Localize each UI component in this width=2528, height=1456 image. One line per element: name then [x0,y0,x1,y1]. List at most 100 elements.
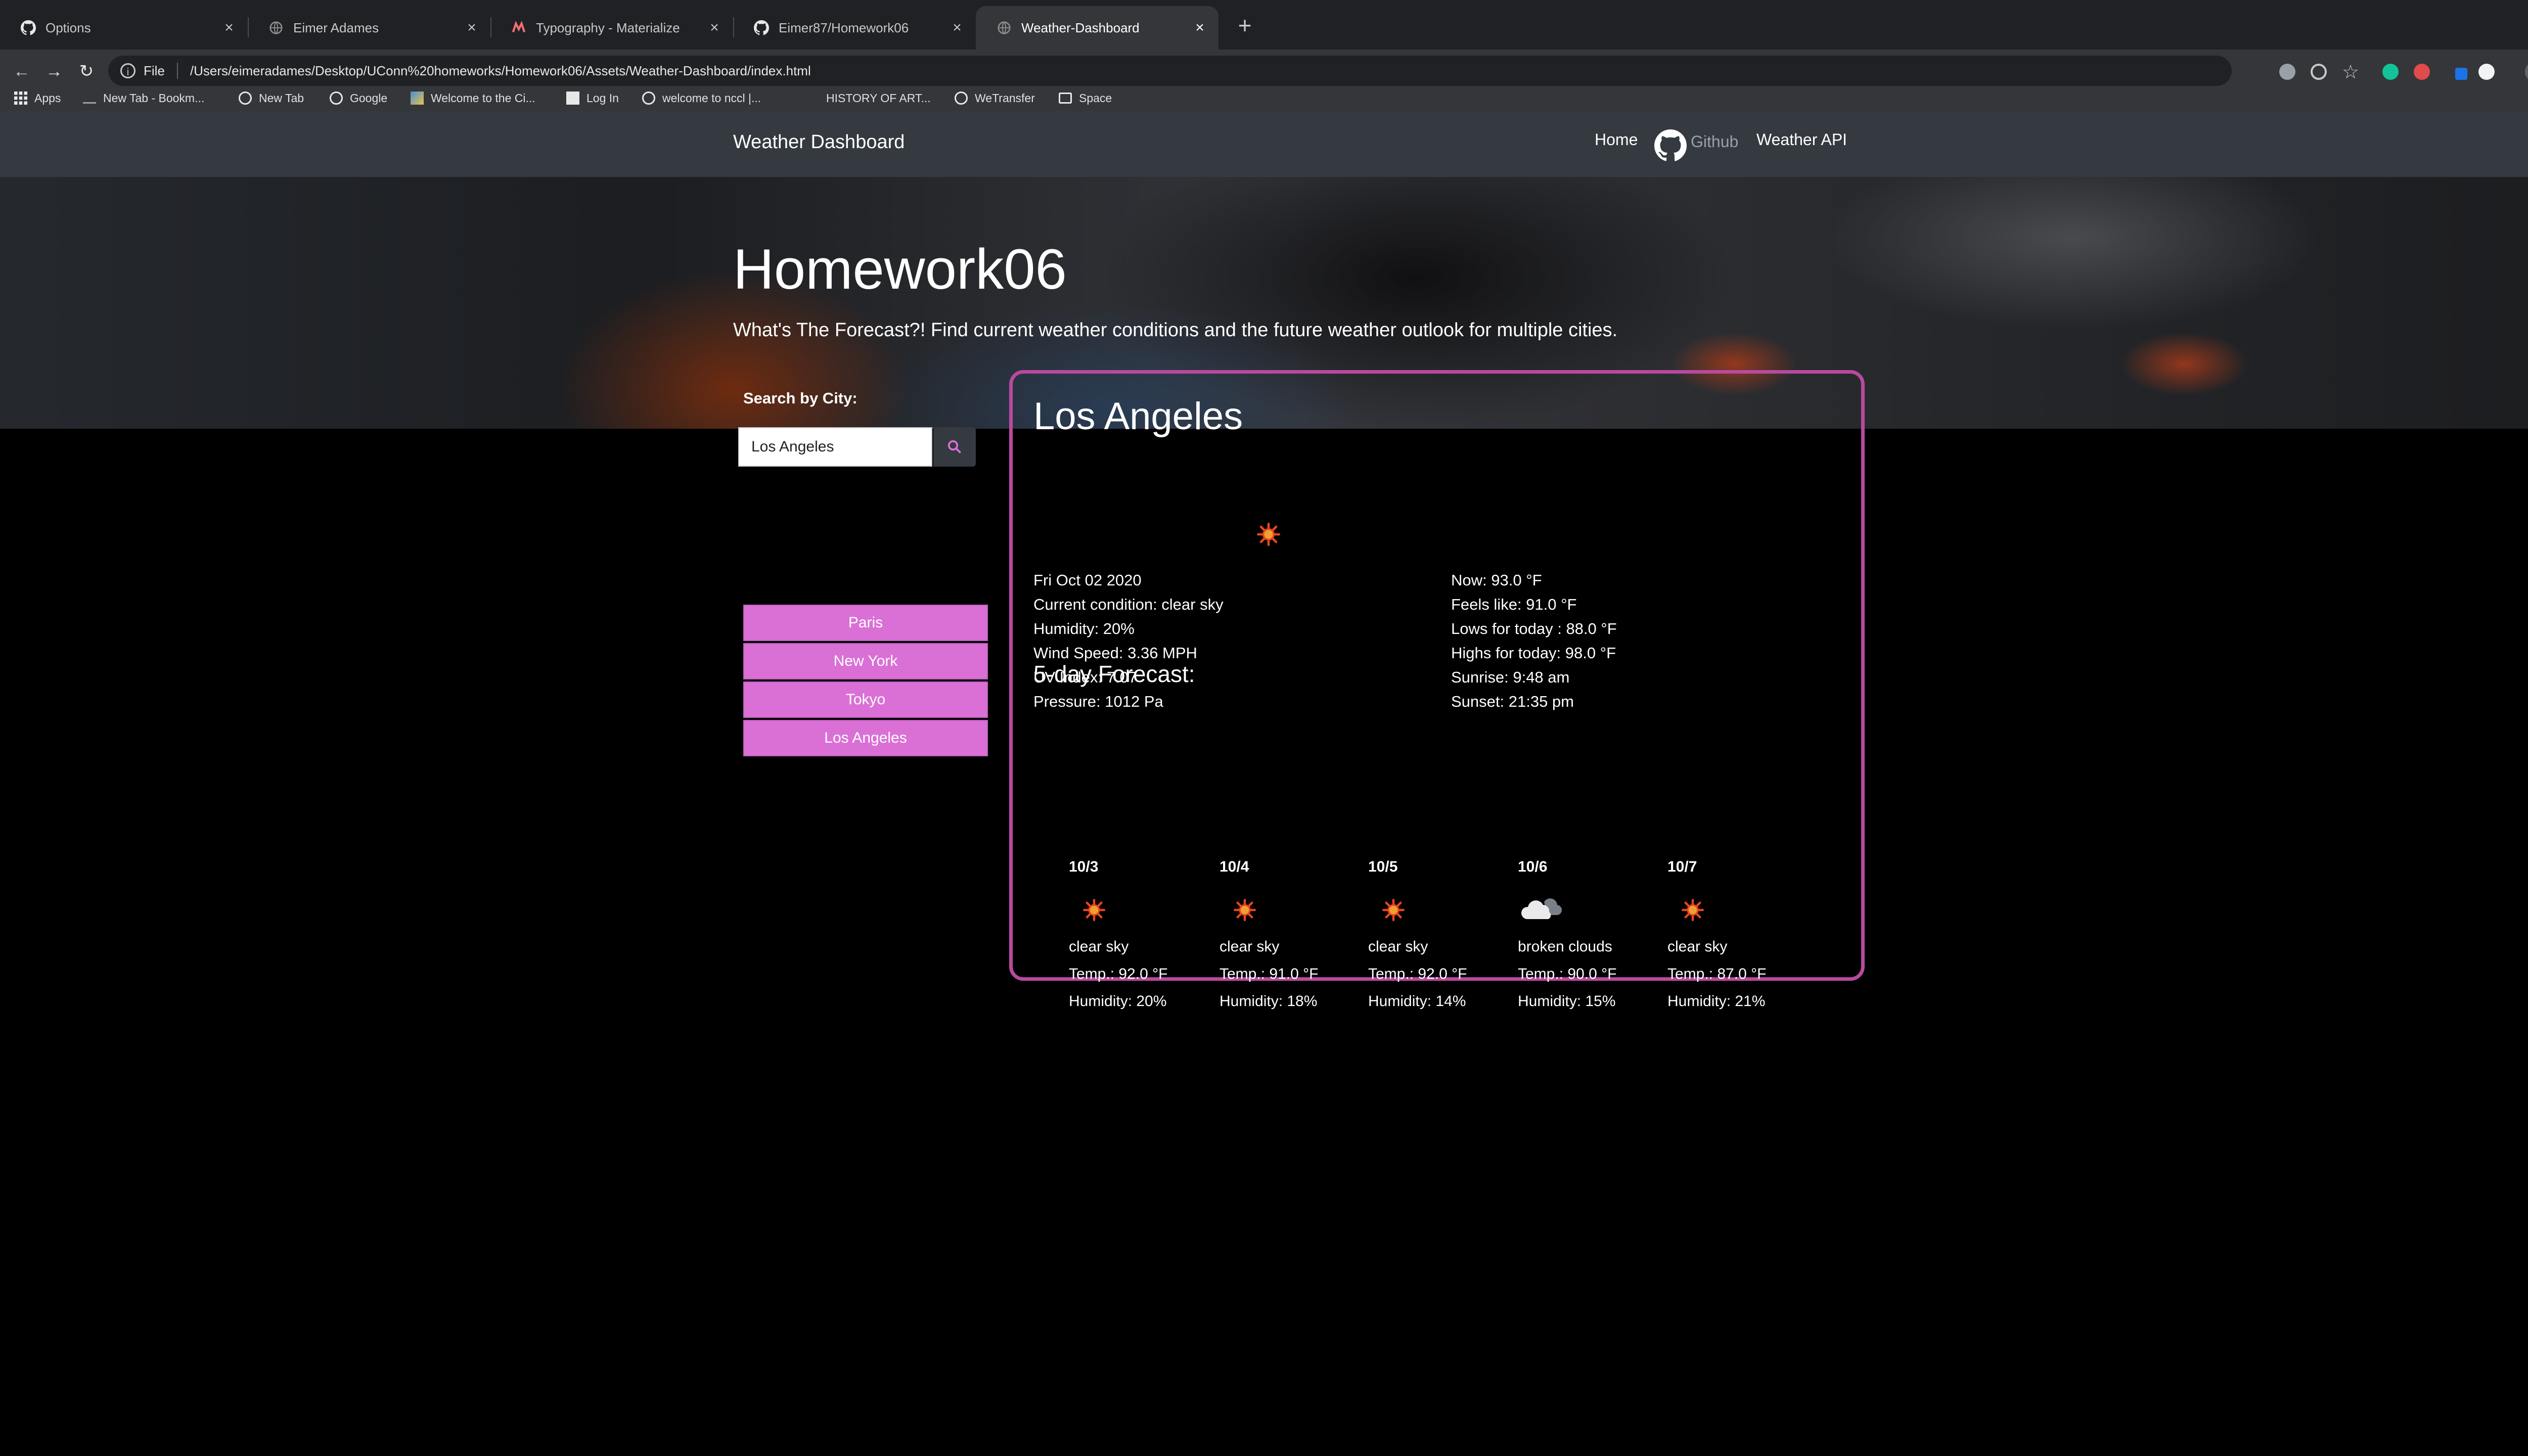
current-sunrise: Sunrise: 9:48 am [1451,668,1570,686]
globe-icon [642,92,655,105]
bookmark-label: welcome to nccl |... [662,91,761,105]
forecast-condition: clear sky [1368,938,1428,955]
forward-icon[interactable]: → [40,58,68,85]
globe-icon [955,92,968,105]
site-navbar: Weather Dashboard Home Github Weather AP… [0,111,2528,177]
city-history-new-york[interactable]: New York [743,643,988,679]
extension-icon[interactable] [2414,64,2430,80]
search-button[interactable] [933,427,976,467]
forecast-date: 10/6 [1518,858,1548,875]
globe-icon [330,92,343,105]
bookmark-label: Log In [586,91,619,105]
tab-title: Eimer87/Homework06 [779,20,909,35]
tab-title: Weather-Dashboard [1021,20,1140,35]
tab-options[interactable]: Options × [0,6,248,50]
tab-weather-dashboard[interactable]: Weather-Dashboard × [976,6,1218,50]
github-icon [20,20,36,36]
folder-icon [1059,93,1072,104]
tab-typography-materialize[interactable]: Typography - Materialize × [490,6,733,50]
address-bar[interactable]: i File /Users/eimeradames/Desktop/UConn%… [108,56,2232,86]
reload-icon[interactable]: ↻ [73,58,100,85]
address-divider [176,63,178,79]
nav-home-link[interactable]: Home [1595,130,1638,149]
bookmark-label: New Tab - Bookm... [103,91,205,105]
bookmark-history-of-art[interactable]: HISTORY OF ART... [806,85,931,111]
current-city-name: Los Angeles [1033,395,1243,438]
navbar-brand[interactable]: Weather Dashboard [733,131,905,153]
city-history-paris[interactable]: Paris [743,605,988,641]
info-icon[interactable]: i [120,63,136,78]
extension-icon[interactable] [2279,64,2295,80]
extension-icon[interactable] [2478,64,2495,80]
forecast-humidity: Humidity: 15% [1518,993,1616,1010]
nav-github-link[interactable]: Github [1691,132,1738,151]
current-temp-now: Now: 93.0 °F [1451,571,1542,589]
github-icon[interactable] [1654,129,1687,162]
new-tab-button[interactable]: + [1230,10,1260,40]
forecast-temp: Temp.: 91.0 °F [1220,966,1319,982]
avatar[interactable] [2525,62,2528,82]
bookmark-apps[interactable]: Apps [14,85,61,111]
bookmark-label: HISTORY OF ART... [826,91,931,105]
current-feels-like: Feels like: 91.0 °F [1451,596,1577,613]
cloud-icon [1521,898,1562,919]
forecast-date: 10/3 [1069,858,1099,875]
forecast-date: 10/4 [1220,858,1249,875]
image-icon [411,92,424,105]
city-search-input[interactable] [738,427,932,467]
close-icon[interactable]: × [707,20,722,35]
star-icon[interactable]: ☆ [2342,61,2359,83]
tab-eimer-adames[interactable]: Eimer Adames × [248,6,490,50]
close-icon[interactable]: × [221,20,237,35]
tab-title: Options [46,20,91,35]
sun-icon [1234,899,1256,921]
city-history-los-angeles[interactable]: Los Angeles [743,720,988,756]
bookmark-welcome-city[interactable]: Welcome to the Ci... [411,85,535,111]
forecast-temp: Temp.: 92.0 °F [1069,966,1168,982]
bookmark-label: Space [1079,91,1112,105]
hero-title: Homework06 [733,238,1067,301]
tab-homework06-repo[interactable]: Eimer87/Homework06 × [733,6,976,50]
search-label: Search by City: [743,389,857,407]
close-icon[interactable]: × [950,20,965,35]
globe-icon [268,20,284,36]
bookmark-welcome-nccl[interactable]: welcome to nccl |... [642,85,761,111]
page-icon [83,93,96,104]
forecast-condition: broken clouds [1518,938,1612,955]
bookmark-label: WeTransfer [975,91,1035,105]
browser-tab-bar: Options × Eimer Adames × Typography - Ma… [0,0,2528,50]
back-icon[interactable]: ← [8,58,35,85]
close-icon[interactable]: × [1192,20,1207,35]
current-condition: Current condition: clear sky [1033,596,1224,613]
apps-grid-icon [14,92,27,105]
bookmark-space[interactable]: Space [1059,85,1112,111]
url-text[interactable]: /Users/eimeradames/Desktop/UConn%20homew… [190,63,811,79]
current-pressure: Pressure: 1012 Pa [1033,693,1163,710]
tab-title: Eimer Adames [293,20,379,35]
bookmark-new-tab[interactable]: New Tab [239,85,304,111]
bookmark-label: Google [350,91,388,105]
city-history-tokyo[interactable]: Tokyo [743,681,988,718]
close-icon[interactable]: × [464,20,479,35]
bookmark-wetransfer[interactable]: WeTransfer [955,85,1035,111]
globe-icon [996,20,1012,36]
location-icon[interactable] [2311,64,2327,80]
bookmark-new-tab-bookmarks[interactable]: New Tab - Bookm... [83,85,204,111]
globe-icon [239,92,252,105]
forecast-temp: Temp.: 92.0 °F [1368,966,1467,982]
grammarly-icon[interactable] [2382,64,2399,80]
sun-icon [1257,523,1280,546]
forecast-title: 5-day Forecast: [1033,661,1195,687]
forecast-condition: clear sky [1220,938,1280,955]
forecast-date: 10/5 [1368,858,1398,875]
page-icon [566,92,579,105]
bookmark-google[interactable]: Google [330,85,387,111]
bookmark-label: Apps [34,91,61,105]
bookmark-log-in[interactable]: Log In [566,85,619,111]
forecast-condition: clear sky [1069,938,1129,955]
page-icon [806,92,819,105]
scheme-label: File [144,63,165,78]
extension-icon[interactable] [2455,68,2467,80]
nav-weather-api-link[interactable]: Weather API [1756,130,1847,149]
current-wind-speed: Wind Speed: 3.36 MPH [1033,644,1197,662]
